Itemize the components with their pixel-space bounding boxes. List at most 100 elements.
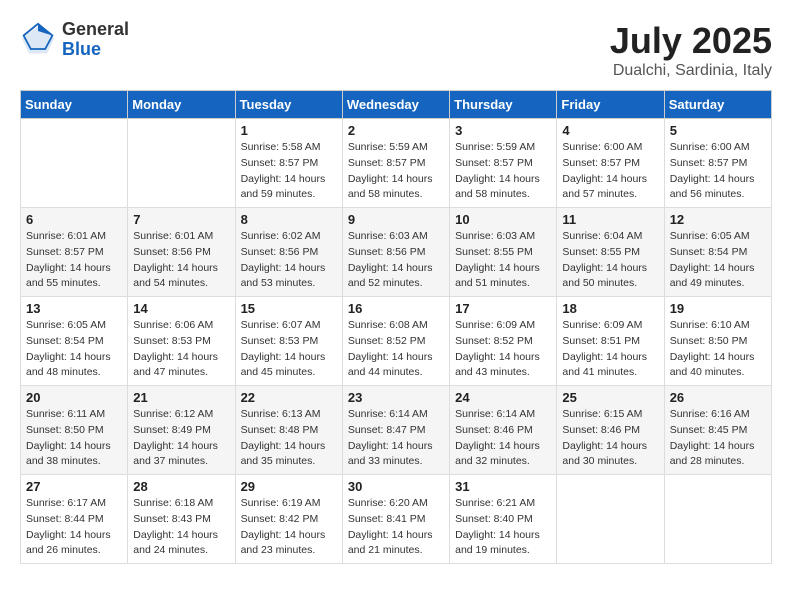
day-number: 8 (241, 212, 337, 227)
calendar-subtitle: Dualchi, Sardinia, Italy (610, 62, 772, 80)
calendar-cell: 16Sunrise: 6:08 AMSunset: 8:52 PMDayligh… (342, 297, 449, 386)
day-info: Sunrise: 6:00 AMSunset: 8:57 PMDaylight:… (562, 140, 658, 203)
day-info: Sunrise: 6:13 AMSunset: 8:48 PMDaylight:… (241, 407, 337, 470)
calendar-cell: 17 Sunrise: 6:09 AMSunset: 8:52 PMDayligh… (450, 297, 557, 386)
calendar-cell: 9 Sunrise: 6:03 AMSunset: 8:56 PMDaylight… (342, 208, 449, 297)
day-info: Sunrise: 6:14 AMSunset: 8:46 PMDaylight:… (455, 407, 551, 470)
calendar-cell (664, 475, 771, 564)
day-info: Sunrise: 6:00 AMSunset: 8:57 PMDaylight:… (670, 140, 766, 203)
calendar-cell (128, 119, 235, 208)
day-number: 4 (562, 123, 658, 138)
calendar-cell: 27 Sunrise: 6:17 AMSunset: 8:44 PMDayligh… (21, 475, 128, 564)
day-info: Sunrise: 6:03 AMSunset: 8:55 PMDaylight:… (455, 229, 551, 292)
day-info: Sunrise: 6:18 AMSunset: 8:43 PMDaylight:… (133, 496, 229, 559)
weekday-header-saturday: Saturday (664, 91, 771, 119)
logo-blue: Blue (62, 39, 101, 59)
day-number: 21 (133, 390, 229, 405)
day-number: 24 (455, 390, 551, 405)
day-number: 31 (455, 479, 551, 494)
calendar-cell: 10 Sunrise: 6:03 AMSunset: 8:55 PMDayligh… (450, 208, 557, 297)
day-info: Sunrise: 6:16 AMSunset: 8:45 PMDaylight:… (670, 407, 766, 470)
calendar-cell: 22 Sunrise: 6:13 AMSunset: 8:48 PMDayligh… (235, 386, 342, 475)
day-info: Sunrise: 6:11 AMSunset: 8:50 PMDaylight:… (26, 407, 122, 470)
day-info: Sunrise: 6:19 AMSunset: 8:42 PMDaylight:… (241, 496, 337, 559)
weekday-header-tuesday: Tuesday (235, 91, 342, 119)
weekday-header-wednesday: Wednesday (342, 91, 449, 119)
day-info: Sunrise: 5:59 AMSunset: 8:57 PMDaylight:… (455, 140, 551, 203)
day-info: Sunrise: 6:17 AMSunset: 8:44 PMDaylight:… (26, 496, 122, 559)
day-info: Sunrise: 6:04 AMSunset: 8:55 PMDaylight:… (562, 229, 658, 292)
calendar-cell: 3 Sunrise: 5:59 AMSunset: 8:57 PMDaylight… (450, 119, 557, 208)
day-number: 6 (26, 212, 122, 227)
day-number: 22 (241, 390, 337, 405)
calendar-cell: 29 Sunrise: 6:19 AMSunset: 8:42 PMDayligh… (235, 475, 342, 564)
weekday-header-friday: Friday (557, 91, 664, 119)
page-header: General Blue July 2025 Dualchi, Sardinia… (20, 20, 772, 80)
weekday-header-thursday: Thursday (450, 91, 557, 119)
day-number: 29 (241, 479, 337, 494)
calendar-cell: 30 Sunrise: 6:20 AMSunset: 8:41 PMDayligh… (342, 475, 449, 564)
logo: General Blue (20, 20, 129, 60)
day-number: 7 (133, 212, 229, 227)
day-number: 11 (562, 212, 658, 227)
day-number: 17 (455, 301, 551, 316)
day-info: Sunrise: 6:01 AMSunset: 8:57 PMDaylight:… (26, 229, 122, 292)
day-number: 19 (670, 301, 766, 316)
day-number: 26 (670, 390, 766, 405)
day-info: Sunrise: 6:12 AMSunset: 8:49 PMDaylight:… (133, 407, 229, 470)
calendar-cell (557, 475, 664, 564)
calendar-title: July 2025 (610, 20, 772, 62)
calendar-cell: 8Sunrise: 6:02 AMSunset: 8:56 PMDaylight… (235, 208, 342, 297)
day-info: Sunrise: 5:59 AMSunset: 8:57 PMDaylight:… (348, 140, 444, 203)
weekday-header-sunday: Sunday (21, 91, 128, 119)
day-number: 20 (26, 390, 122, 405)
day-info: Sunrise: 6:05 AMSunset: 8:54 PMDaylight:… (670, 229, 766, 292)
day-number: 3 (455, 123, 551, 138)
day-info: Sunrise: 6:03 AMSunset: 8:56 PMDaylight:… (348, 229, 444, 292)
day-number: 16 (348, 301, 444, 316)
calendar-cell: 21 Sunrise: 6:12 AMSunset: 8:49 PMDayligh… (128, 386, 235, 475)
day-info: Sunrise: 6:15 AMSunset: 8:46 PMDaylight:… (562, 407, 658, 470)
calendar-cell: 11 Sunrise: 6:04 AMSunset: 8:55 PMDayligh… (557, 208, 664, 297)
calendar-cell (21, 119, 128, 208)
day-info: Sunrise: 6:07 AMSunset: 8:53 PMDaylight:… (241, 318, 337, 381)
calendar-table: SundayMondayTuesdayWednesdayThursdayFrid… (20, 90, 772, 564)
calendar-cell: 24 Sunrise: 6:14 AMSunset: 8:46 PMDayligh… (450, 386, 557, 475)
day-info: Sunrise: 5:58 AMSunset: 8:57 PMDaylight:… (241, 140, 337, 203)
calendar-cell: 26 Sunrise: 6:16 AMSunset: 8:45 PMDayligh… (664, 386, 771, 475)
day-info: Sunrise: 6:20 AMSunset: 8:41 PMDaylight:… (348, 496, 444, 559)
calendar-cell: 7 Sunrise: 6:01 AMSunset: 8:56 PMDaylight… (128, 208, 235, 297)
day-info: Sunrise: 6:21 AMSunset: 8:40 PMDaylight:… (455, 496, 551, 559)
calendar-cell: 12 Sunrise: 6:05 AMSunset: 8:54 PMDayligh… (664, 208, 771, 297)
calendar-cell: 18Sunrise: 6:09 AMSunset: 8:51 PMDayligh… (557, 297, 664, 386)
title-block: July 2025 Dualchi, Sardinia, Italy (610, 20, 772, 80)
day-number: 10 (455, 212, 551, 227)
day-info: Sunrise: 6:01 AMSunset: 8:56 PMDaylight:… (133, 229, 229, 292)
day-info: Sunrise: 6:10 AMSunset: 8:50 PMDaylight:… (670, 318, 766, 381)
logo-general: General (62, 19, 129, 39)
day-number: 27 (26, 479, 122, 494)
weekday-header-monday: Monday (128, 91, 235, 119)
day-info: Sunrise: 6:09 AMSunset: 8:51 PMDaylight:… (562, 318, 658, 381)
day-number: 5 (670, 123, 766, 138)
day-number: 25 (562, 390, 658, 405)
calendar-cell: 15Sunrise: 6:07 AMSunset: 8:53 PMDayligh… (235, 297, 342, 386)
calendar-cell: 6 Sunrise: 6:01 AMSunset: 8:57 PMDaylight… (21, 208, 128, 297)
calendar-cell: 5 Sunrise: 6:00 AMSunset: 8:57 PMDaylight… (664, 119, 771, 208)
day-number: 13 (26, 301, 122, 316)
day-number: 1 (241, 123, 337, 138)
calendar-cell: 31 Sunrise: 6:21 AMSunset: 8:40 PMDayligh… (450, 475, 557, 564)
logo-text: General Blue (62, 20, 129, 60)
calendar-cell: 14Sunrise: 6:06 AMSunset: 8:53 PMDayligh… (128, 297, 235, 386)
day-number: 30 (348, 479, 444, 494)
calendar-cell: 1 Sunrise: 5:58 AMSunset: 8:57 PMDaylight… (235, 119, 342, 208)
day-number: 9 (348, 212, 444, 227)
calendar-cell: 20 Sunrise: 6:11 AMSunset: 8:50 PMDayligh… (21, 386, 128, 475)
calendar-cell: 28Sunrise: 6:18 AMSunset: 8:43 PMDayligh… (128, 475, 235, 564)
calendar-cell: 23Sunrise: 6:14 AMSunset: 8:47 PMDayligh… (342, 386, 449, 475)
day-number: 12 (670, 212, 766, 227)
day-info: Sunrise: 6:09 AMSunset: 8:52 PMDaylight:… (455, 318, 551, 381)
day-number: 2 (348, 123, 444, 138)
calendar-cell: 2 Sunrise: 5:59 AMSunset: 8:57 PMDaylight… (342, 119, 449, 208)
calendar-cell: 25 Sunrise: 6:15 AMSunset: 8:46 PMDayligh… (557, 386, 664, 475)
